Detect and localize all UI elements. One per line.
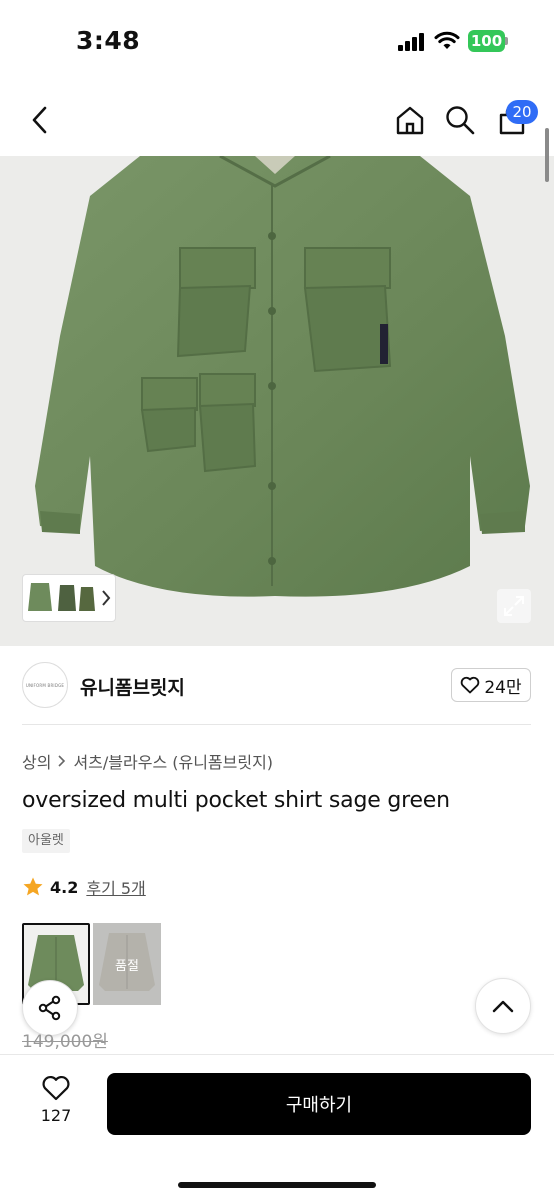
product-image[interactable]: [0, 156, 554, 646]
battery-level: 100: [468, 30, 505, 52]
status-bar: 3:48 100: [0, 0, 554, 82]
search-icon[interactable]: [440, 100, 480, 140]
chevron-right-icon: [102, 590, 111, 606]
original-price: 149,000원: [22, 1032, 108, 1052]
heart-icon: [461, 676, 480, 694]
soldout-label: 품절: [93, 923, 161, 1005]
brand-name[interactable]: 유니폼브릿지: [80, 673, 185, 700]
buy-button[interactable]: 구매하기: [107, 1073, 531, 1135]
rating-row: 4.2 후기 5개: [22, 875, 146, 899]
brand-like-button[interactable]: 24만: [451, 668, 531, 702]
rating-value: 4.2: [50, 877, 79, 897]
top-nav: [0, 90, 554, 152]
signal-icon: [398, 33, 424, 51]
home-indicator: [178, 1182, 376, 1188]
scrollbar[interactable]: [545, 128, 549, 182]
wishlist-button[interactable]: 127: [30, 1074, 82, 1134]
divider: [22, 724, 531, 725]
breadcrumb-level1[interactable]: 상의: [22, 749, 51, 773]
outlet-tag: 아울렛: [22, 829, 70, 853]
shirt-illustration: [35, 156, 530, 597]
back-icon[interactable]: [22, 100, 58, 140]
home-icon[interactable]: [390, 100, 430, 140]
brand-like-count: 24만: [484, 677, 522, 698]
wishlist-count: 127: [40, 1106, 72, 1125]
share-icon: [38, 995, 61, 1021]
breadcrumb-level2[interactable]: 셔츠/블라우스 (유니폼브릿지): [73, 749, 273, 773]
product-title: oversized multi pocket shirt sage green: [22, 788, 450, 813]
cart-count-badge: 20: [506, 100, 538, 124]
wifi-icon: [434, 31, 460, 55]
expand-icon[interactable]: [497, 589, 531, 623]
breadcrumb: 상의 셔츠/블라우스 (유니폼브릿지): [22, 749, 273, 773]
chevron-right-icon: [58, 755, 66, 767]
brand-logo[interactable]: UNIFORM BRIDGE: [22, 662, 68, 708]
status-time: 3:48: [76, 26, 141, 55]
battery-icon: 100: [468, 30, 508, 52]
chevron-up-icon: [492, 1000, 514, 1013]
brand-logo-text: UNIFORM BRIDGE: [25, 682, 65, 688]
star-icon: [23, 877, 43, 896]
scroll-top-button[interactable]: [475, 978, 531, 1034]
color-option-beige[interactable]: 품절: [93, 923, 161, 1005]
heart-icon: [42, 1075, 70, 1101]
review-link[interactable]: 후기 5개: [86, 875, 145, 899]
image-thumbnail-strip[interactable]: [22, 574, 116, 622]
